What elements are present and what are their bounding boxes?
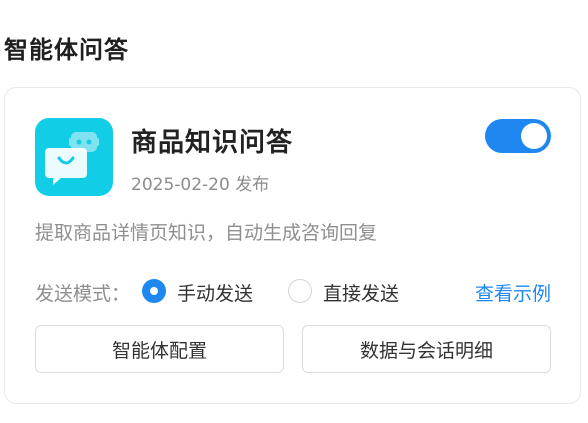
radio-direct-send[interactable]	[288, 279, 312, 303]
publish-date: 2025-02-20 发布	[131, 175, 270, 195]
send-mode-row: 发送模式： 手动发送 直接发送 查看示例	[35, 276, 555, 306]
shopping-bag-robot-icon	[35, 118, 113, 196]
agent-card: 商品知识问答 2025-02-20 发布 提取商品详情页知识，自动生成咨询回复 …	[4, 87, 581, 404]
view-example-link[interactable]: 查看示例	[475, 279, 551, 306]
agent-config-button[interactable]: 智能体配置	[35, 325, 284, 373]
data-and-sessions-button[interactable]: 数据与会话明细	[302, 325, 551, 373]
radio-direct-send-label[interactable]: 直接发送	[323, 279, 399, 306]
agent-description: 提取商品详情页知识，自动生成咨询回复	[35, 222, 378, 244]
radio-manual-send[interactable]	[142, 279, 166, 303]
enable-toggle[interactable]	[485, 119, 551, 153]
agent-title: 商品知识问答	[131, 128, 294, 158]
radio-manual-send-label[interactable]: 手动发送	[177, 279, 253, 306]
section-title: 智能体问答	[4, 36, 129, 64]
toggle-knob	[521, 123, 547, 149]
send-mode-label: 发送模式：	[35, 283, 131, 305]
